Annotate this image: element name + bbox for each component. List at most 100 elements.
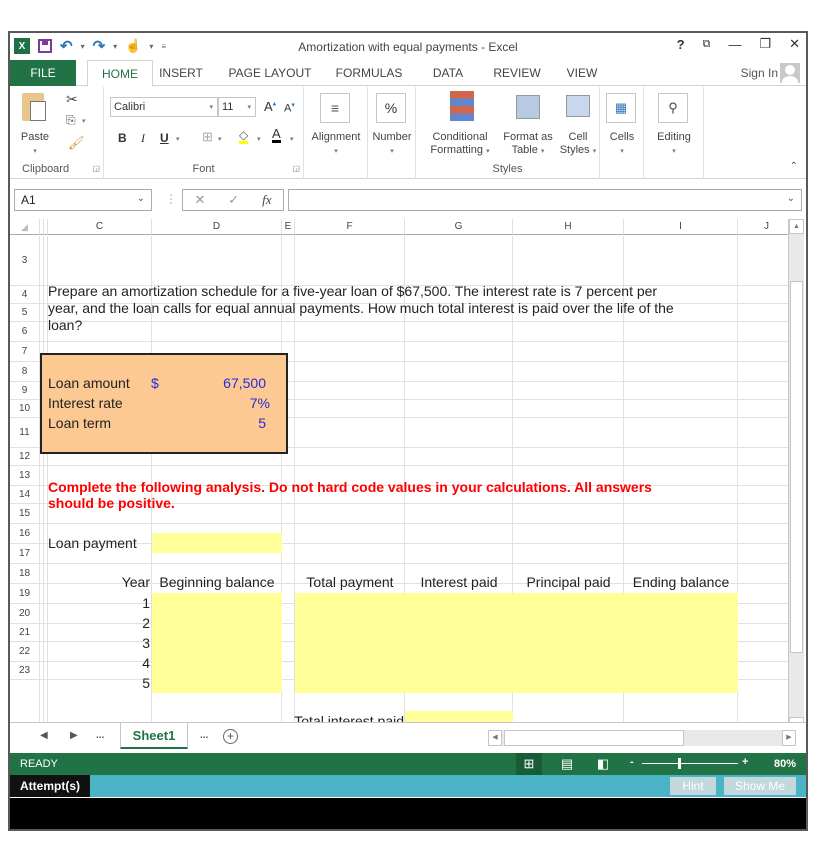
close-icon[interactable]: ✕ (789, 36, 800, 52)
tab-page-layout[interactable]: PAGE LAYOUT (225, 60, 315, 86)
format-painter-icon[interactable]: 🖌 (68, 135, 85, 151)
bold-button[interactable]: B (118, 131, 127, 145)
add-sheet-icon[interactable]: + (223, 729, 238, 744)
schedule-inputs[interactable] (295, 593, 738, 693)
paste-icon[interactable] (22, 93, 46, 121)
col-header-d[interactable]: D (152, 219, 282, 235)
col-header-j[interactable]: J (738, 219, 790, 235)
hint-button[interactable]: Hint (670, 777, 716, 795)
font-size-select[interactable]: 11 ▾ (218, 97, 256, 117)
row-header[interactable]: 6 (10, 322, 40, 342)
row-header[interactable]: 7 (10, 342, 40, 362)
font-launcher-icon[interactable]: ◲ (292, 164, 300, 173)
page-layout-view-icon[interactable]: ▤ (554, 753, 580, 775)
zoom-out-button[interactable]: - (630, 756, 634, 768)
loan-payment-input[interactable] (152, 533, 282, 553)
number-group[interactable]: % Number ▾ (368, 87, 416, 179)
copy-icon[interactable]: ⎘ (66, 113, 76, 128)
row-header[interactable]: 15 (10, 504, 40, 524)
scroll-right-icon[interactable]: ▶ (782, 730, 796, 746)
row-header[interactable]: 22 (10, 642, 40, 662)
tab-view[interactable]: VIEW (562, 60, 602, 86)
name-box[interactable]: A1 ⌄ (14, 189, 152, 211)
row-header[interactable]: 14 (10, 486, 40, 504)
fill-color-icon[interactable]: ◇ (239, 129, 249, 144)
tab-formulas[interactable]: FORMULAS (334, 60, 404, 86)
tab-home[interactable]: HOME (87, 60, 153, 87)
italic-button[interactable]: I (141, 131, 145, 146)
col-header-f[interactable]: F (295, 219, 405, 235)
cell-styles-button[interactable]: Cell Styles ▾ (556, 131, 600, 158)
tab-review[interactable]: REVIEW (490, 60, 544, 86)
page-break-view-icon[interactable]: ◧ (590, 753, 616, 775)
row-header[interactable]: 11 (10, 418, 40, 448)
scroll-left-icon[interactable]: ◀ (488, 730, 502, 746)
row-header[interactable]: 18 (10, 564, 40, 584)
col-header-h[interactable]: H (513, 219, 624, 235)
select-all-corner[interactable]: ◢ (10, 219, 40, 235)
borders-icon[interactable]: ⊞ (202, 129, 213, 145)
conditional-formatting-button[interactable]: Conditional Formatting ▾ (420, 131, 500, 158)
row-header[interactable]: 9 (10, 382, 40, 400)
alignment-button[interactable]: Alignment ▾ (304, 131, 368, 158)
number-button[interactable]: Number ▾ (368, 131, 416, 158)
loan-term-value[interactable]: 5 (180, 415, 266, 431)
font-color-button[interactable]: A (272, 127, 281, 143)
row-header[interactable]: 20 (10, 604, 40, 624)
col-header-g[interactable]: G (405, 219, 513, 235)
prev-sheet-icon[interactable]: ◀ (40, 730, 48, 741)
vertical-scrollbar[interactable]: ▲ ▼ (788, 219, 804, 732)
row-header[interactable]: 19 (10, 584, 40, 604)
tab-data[interactable]: DATA (428, 60, 468, 86)
horizontal-scrollbar[interactable]: ◀ ▶ (488, 730, 796, 746)
collapse-ribbon-icon[interactable]: ⌃ (790, 161, 798, 172)
sheets-ellipsis-left[interactable]: ... (96, 730, 104, 741)
sheets-ellipsis-right[interactable]: ... (200, 730, 208, 741)
restore-icon[interactable]: ❐ (759, 36, 771, 52)
horizontal-scroll-thumb[interactable] (504, 730, 684, 746)
row-header[interactable]: 21 (10, 624, 40, 642)
alignment-group[interactable]: ≡ Alignment ▾ (304, 87, 368, 179)
col-header-i[interactable]: I (624, 219, 738, 235)
row-header[interactable]: 12 (10, 448, 40, 466)
tab-file[interactable]: FILE (10, 60, 76, 86)
row-header[interactable]: 4 (10, 286, 40, 304)
worksheet-grid[interactable]: ◢ C D E F G H I J 3 4 5 6 7 8 9 10 11 12 13 14 15 16 1… (10, 219, 790, 732)
loan-amount-value[interactable]: 67,500 (180, 375, 266, 391)
underline-button[interactable]: U (160, 131, 169, 145)
row-header[interactable]: 16 (10, 524, 40, 544)
sheet-tab-sheet1[interactable]: Sheet1 (120, 723, 188, 749)
zoom-level[interactable]: 80% (774, 758, 796, 770)
scroll-up-icon[interactable]: ▲ (789, 219, 804, 234)
row-header[interactable]: 8 (10, 362, 40, 382)
paste-button[interactable]: Paste ▾ (14, 131, 56, 158)
help-icon[interactable]: ? (677, 37, 685, 52)
row-header[interactable]: 10 (10, 400, 40, 418)
clipboard-launcher-icon[interactable]: ◲ (92, 164, 100, 173)
tab-insert[interactable]: INSERT (156, 60, 206, 86)
minimize-icon[interactable]: — (728, 37, 741, 52)
row-header[interactable]: 17 (10, 544, 40, 564)
format-as-table-button[interactable]: Format as Table ▾ (500, 131, 556, 158)
cut-icon[interactable]: ✂ (66, 91, 78, 108)
interest-rate-value[interactable]: 7% (180, 395, 270, 411)
cells-group[interactable]: ▦ Cells ▾ (600, 87, 644, 179)
insert-function-icon[interactable]: fx (262, 192, 271, 208)
ribbon-display-icon[interactable]: ⧉ (703, 38, 711, 51)
col-header-e[interactable]: E (282, 219, 295, 235)
cancel-icon[interactable]: ✕ (194, 192, 205, 208)
grow-font-button[interactable]: A▴ (264, 99, 276, 114)
shrink-font-button[interactable]: A▾ (284, 101, 295, 115)
normal-view-icon[interactable]: ⊞ (516, 753, 542, 775)
zoom-slider[interactable] (642, 763, 738, 764)
row-header[interactable]: 5 (10, 304, 40, 322)
editing-button[interactable]: Editing ▾ (644, 131, 704, 158)
show-me-button[interactable]: Show Me (724, 777, 796, 795)
enter-icon[interactable]: ✓ (228, 192, 239, 208)
editing-group[interactable]: ⚲ Editing ▾ (644, 87, 704, 179)
row-header[interactable]: 23 (10, 662, 40, 680)
font-name-select[interactable]: Calibri ▾ (110, 97, 218, 117)
row-header[interactable]: 3 (10, 236, 40, 286)
row-header[interactable]: 13 (10, 466, 40, 486)
cells-button[interactable]: Cells ▾ (600, 131, 644, 158)
